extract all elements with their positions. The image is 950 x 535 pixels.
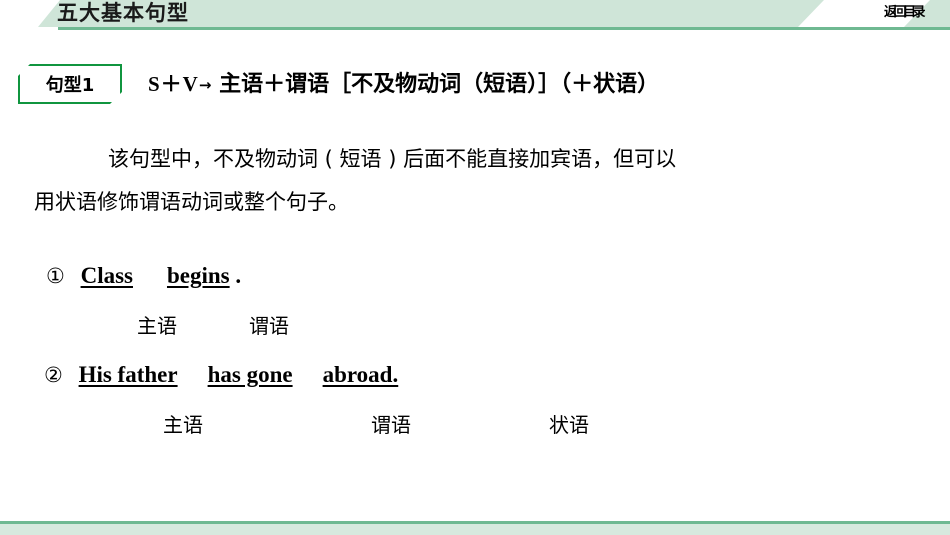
pattern-formula-cn: 主语＋谓语［不及物动词（短语）］（＋状语） <box>219 72 660 97</box>
example-2-role-subject: 主语 <box>163 413 203 437</box>
example-2-part-predicate: has gone <box>207 362 293 387</box>
page-title: 五大基本句型 <box>57 1 189 25</box>
explanation-paragraph: 该句型中，不及物动词 ( 短语 ) 后面不能直接加宾语，但可以 用状语修饰谓语动… <box>34 138 914 224</box>
example-1-part-predicate: begins <box>166 263 230 288</box>
example-1-role-predicate: 谓语 <box>249 314 289 338</box>
example-1-part-subject: Class <box>80 263 133 288</box>
example-1-number: ① <box>46 264 65 288</box>
example-1-terminator: . <box>235 263 242 288</box>
pattern-badge-label: 句型1 <box>45 75 95 96</box>
back-to-contents-button[interactable]: 返回目录 <box>884 4 926 22</box>
example-1-role-labels: 主语 谓语 <box>137 311 289 341</box>
example-sentence-2: ② His father has gone abroad. <box>44 359 398 391</box>
example-2-role-labels: 主语 谓语 状语 <box>163 410 589 440</box>
arrow-right-icon: → <box>198 76 212 94</box>
page-header: 五大基本句型 返回目录 <box>0 0 950 32</box>
example-2-role-adverbial: 状语 <box>549 413 589 437</box>
pattern-formula: S＋V→ 主语＋谓语［不及物动词（短语）］（＋状语） <box>148 62 659 107</box>
header-underline-rule <box>58 27 950 30</box>
example-sentence-1: ① Class begins . <box>46 260 241 292</box>
example-2-part-adverbial: abroad. <box>322 362 399 387</box>
explanation-line-2: 用状语修饰谓语动词或整个句子。 <box>34 190 349 214</box>
example-1-role-subject: 主语 <box>137 314 177 338</box>
example-2-number: ② <box>44 363 63 387</box>
example-2-role-predicate: 谓语 <box>371 413 411 437</box>
pattern-formula-sv: S＋V <box>148 72 199 96</box>
explanation-line-1: 该句型中，不及物动词 ( 短语 ) 后面不能直接加宾语，但可以 <box>108 147 677 171</box>
example-2-part-subject: His father <box>78 362 178 387</box>
pattern-heading-row: 句型1 S＋V→ 主语＋谓语［不及物动词（短语）］（＋状语） <box>0 62 950 106</box>
footer-band <box>0 524 950 535</box>
